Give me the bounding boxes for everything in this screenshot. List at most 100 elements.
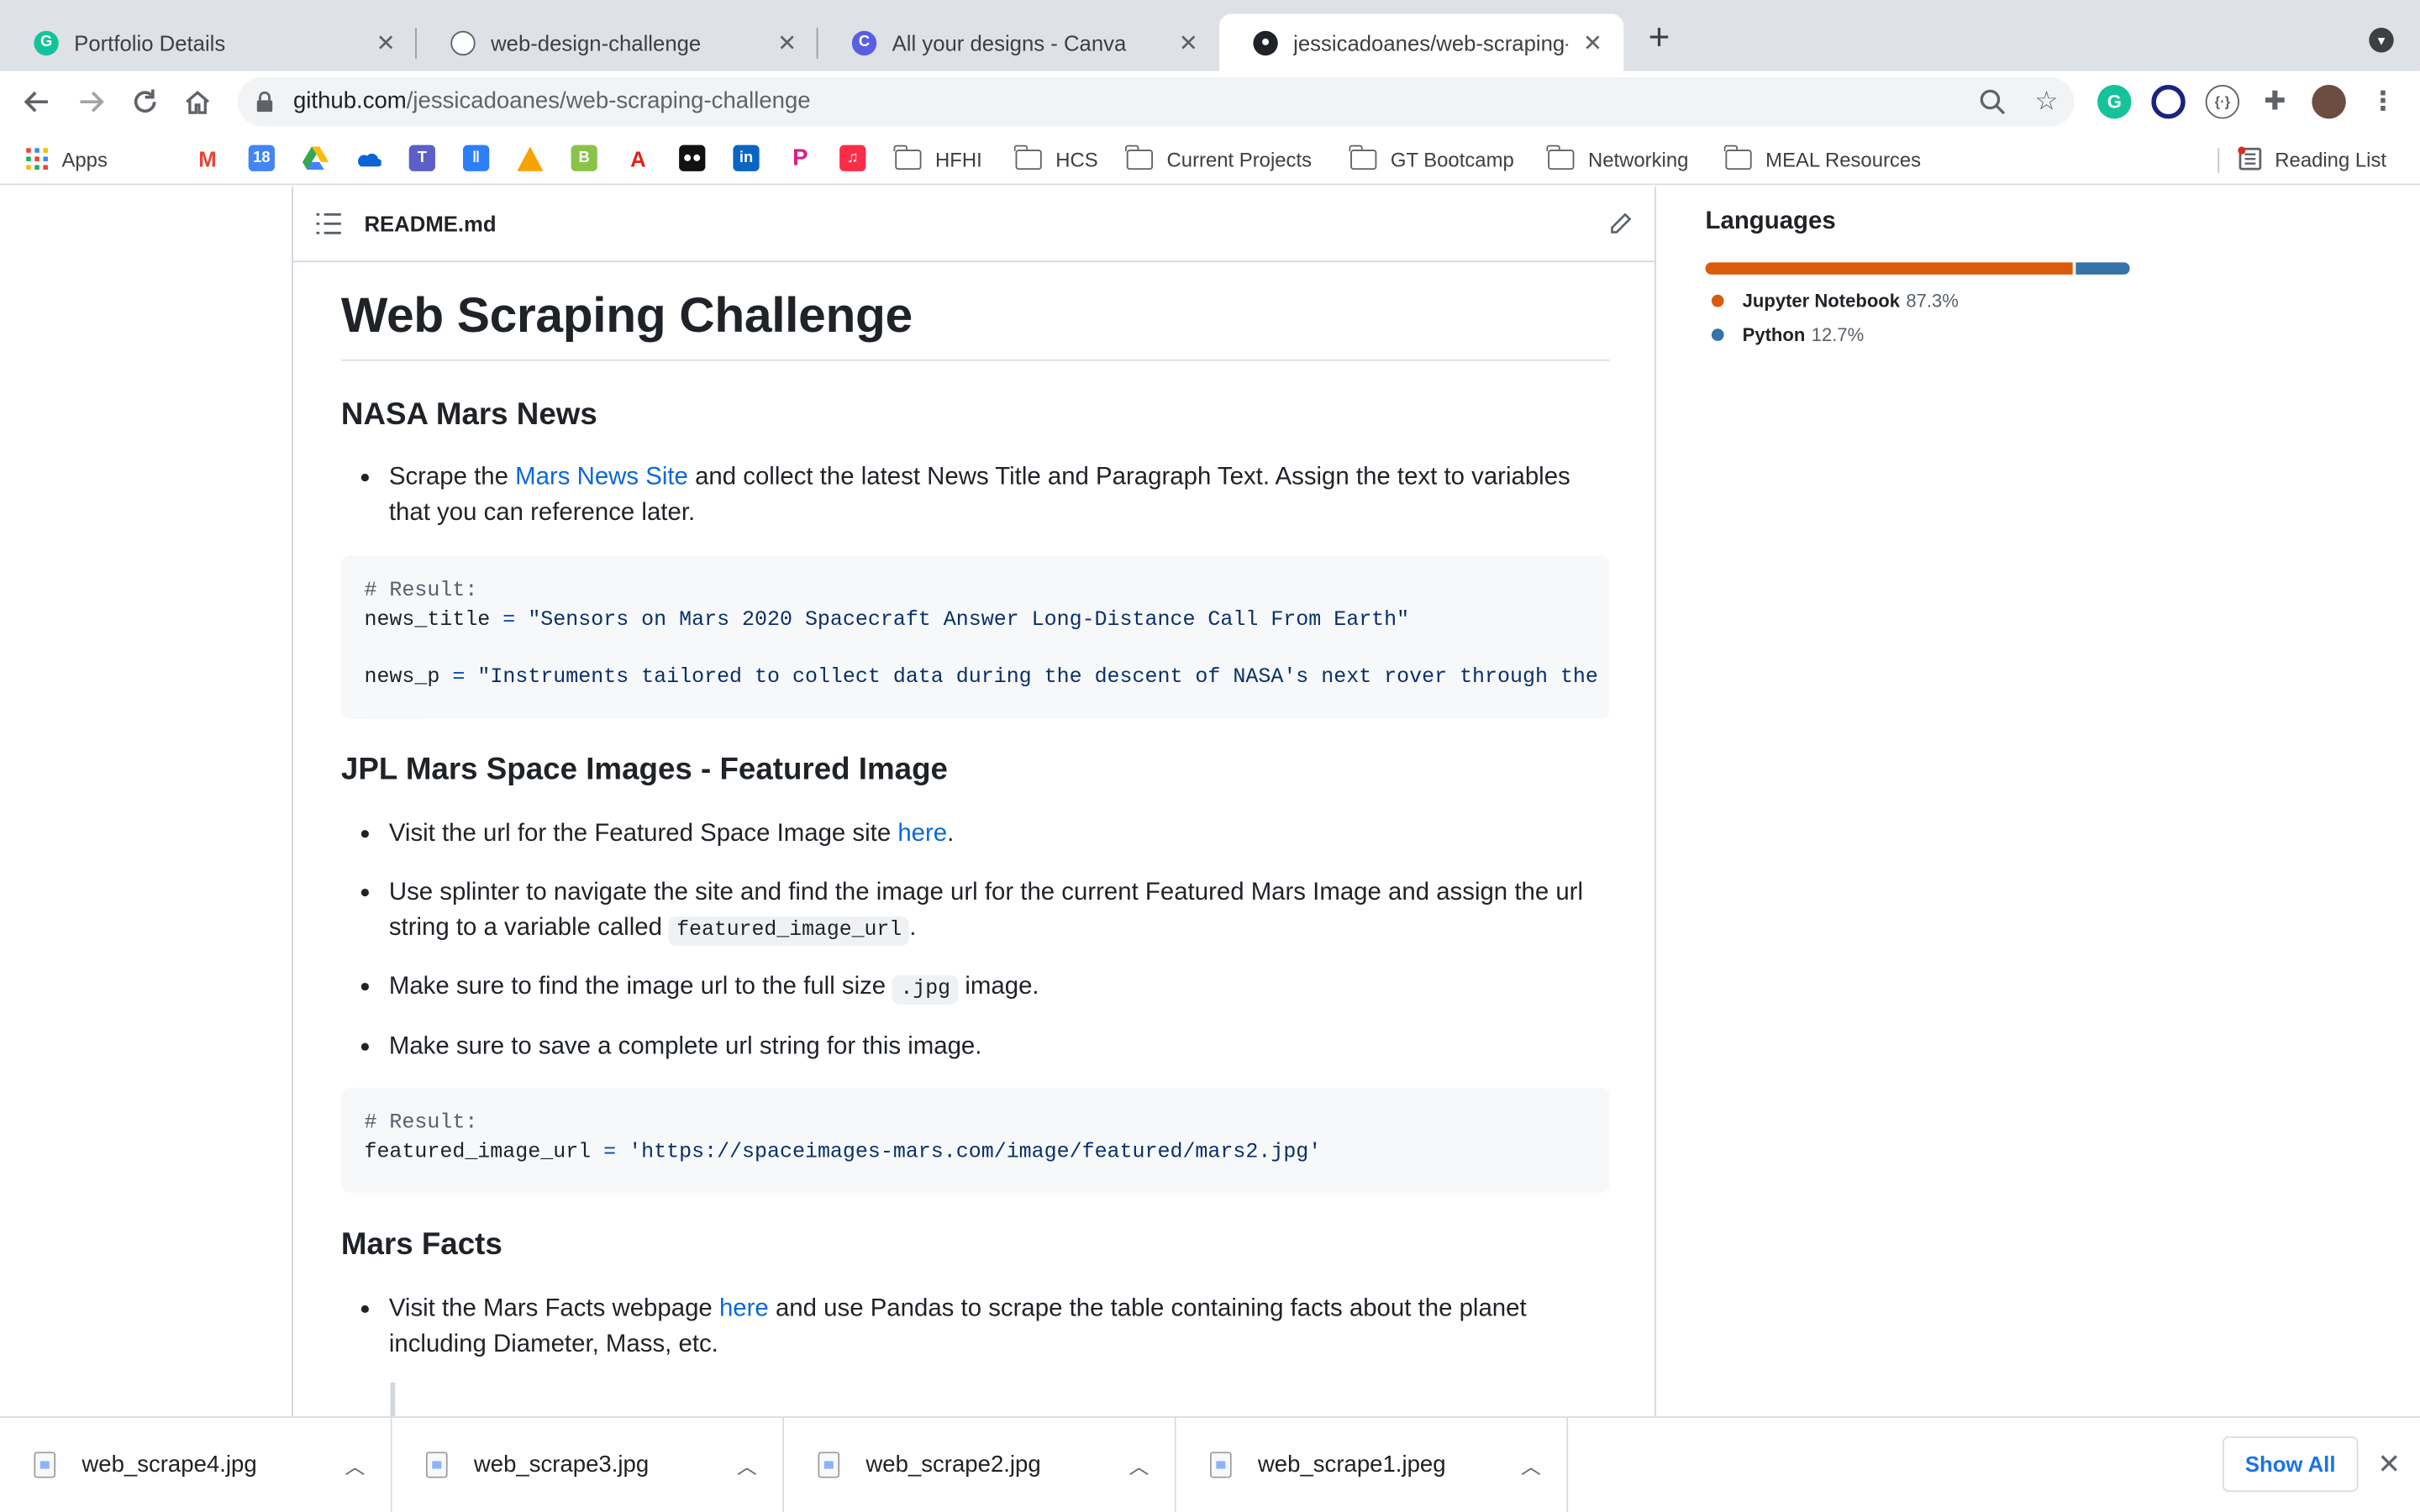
download-item[interactable]: web_scrape3.jpg ︿ <box>392 1417 785 1512</box>
bookmark-label: Reading List <box>2275 147 2387 171</box>
bookmark-label: GT Bootcamp <box>1390 147 1514 171</box>
download-item[interactable]: web_scrape2.jpg ︿ <box>784 1417 1176 1512</box>
languages-heading: Languages <box>1705 207 1836 235</box>
bookmarks-divider <box>2217 148 2220 173</box>
language-python[interactable]: Python 12.7% <box>1711 324 1864 345</box>
calendar-icon[interactable]: 18 <box>248 144 275 171</box>
new-tab-button[interactable]: + <box>1640 19 1677 59</box>
teams-icon[interactable]: T <box>408 144 435 171</box>
chevron-up-icon[interactable]: ︿ <box>343 1452 367 1478</box>
code-string: "Instruments tailored to collect data du… <box>477 666 1610 690</box>
lock-icon <box>256 91 273 113</box>
close-tab-icon[interactable]: ✕ <box>775 30 799 56</box>
reload-button[interactable] <box>127 83 164 120</box>
grammarly-extension-icon[interactable]: G <box>2097 85 2132 119</box>
download-item[interactable]: web_scrape4.jpg ︿ <box>0 1417 392 1512</box>
bookmark-label: Apps <box>61 147 108 171</box>
download-shelf: web_scrape4.jpg ︿ web_scrape3.jpg ︿ web_… <box>0 1416 2420 1512</box>
bookmark-folder-hcs[interactable]: HCS <box>1014 144 1098 175</box>
bookmark-folder-meal-resources[interactable]: MEAL Resources <box>1724 144 1922 175</box>
text: image. <box>958 973 1039 1000</box>
show-all-downloads-button[interactable]: Show All <box>2222 1436 2359 1493</box>
google-drive-icon[interactable] <box>302 144 329 171</box>
music-icon[interactable]: ♫ <box>839 144 866 171</box>
close-tab-icon[interactable]: ✕ <box>1176 30 1201 56</box>
list-item: Make sure to save a complete url string … <box>360 1029 1616 1064</box>
code-extension-icon[interactable]: {·} <box>2205 85 2240 119</box>
apps-grid-icon <box>26 148 48 171</box>
title-divider <box>340 359 1610 361</box>
featured-image-here-link[interactable]: here <box>897 821 947 847</box>
download-filename: web_scrape2.jpg <box>865 1452 1041 1478</box>
reading-list-icon <box>2238 146 2262 171</box>
folder-icon <box>894 144 922 170</box>
onedrive-icon[interactable] <box>355 144 381 171</box>
code-comment: # Result: <box>364 580 478 604</box>
code-string: 'https://spaceimages-mars.com/image/feat… <box>629 1142 1322 1165</box>
gmail-icon[interactable]: M <box>194 144 221 171</box>
canva-icon: C <box>851 29 877 55</box>
bookmark-label: MEAL Resources <box>1765 147 1922 171</box>
list-item: Visit the url for the Featured Space Ima… <box>360 816 1616 852</box>
browser-window: G Portfolio Details ✕ web-design-challen… <box>0 0 2420 1512</box>
edit-pencil-icon[interactable] <box>1608 212 1633 236</box>
tab-portfolio-details[interactable]: G Portfolio Details ✕ <box>0 14 417 71</box>
b-app-icon[interactable]: B <box>571 144 597 171</box>
chevron-up-icon[interactable]: ︿ <box>734 1452 759 1478</box>
address-bar[interactable]: github.com/jessicadoanes/web-scraping-ch… <box>237 76 2075 127</box>
kebab-menu-icon[interactable]: ⋮ <box>2365 85 2401 119</box>
back-button[interactable] <box>18 83 55 120</box>
blockquote-bar <box>390 1382 396 1417</box>
download-item[interactable]: web_scrape1.jpeg ︿ <box>1176 1417 1569 1512</box>
zoom-icon[interactable] <box>1977 87 2008 118</box>
puzzle-extensions-icon[interactable]: ✚ <box>2258 85 2292 119</box>
bookmark-folder-networking[interactable]: Networking <box>1547 144 1689 175</box>
mars-news-site-link[interactable]: Mars News Site <box>515 465 688 491</box>
close-icon[interactable]: ✕ <box>2375 1448 2403 1479</box>
globe-icon <box>450 29 476 55</box>
linkedin-icon[interactable]: in <box>733 144 760 171</box>
project-icon[interactable]: ‖ <box>463 144 490 171</box>
forward-button[interactable] <box>72 83 109 120</box>
outline-list-icon[interactable] <box>316 213 341 234</box>
code-comment: # Result: <box>364 1112 478 1136</box>
inline-code: .jpg <box>892 974 959 1005</box>
medium-icon[interactable]: ●● <box>679 144 706 171</box>
forward-arrow-icon <box>80 91 104 113</box>
url-host: github.com <box>292 87 407 114</box>
chevron-up-icon[interactable]: ︿ <box>1518 1452 1543 1478</box>
home-icon <box>186 91 210 114</box>
reading-list-button[interactable]: Reading List <box>2238 144 2386 175</box>
image-file-icon <box>1209 1452 1232 1478</box>
language-jupyter-notebook[interactable]: Jupyter Notebook 87.3% <box>1711 290 1959 312</box>
tab-web-design-challenge[interactable]: web-design-challenge ✕ <box>417 14 818 71</box>
home-button[interactable] <box>179 83 216 120</box>
bookmark-star-icon[interactable]: ☆ <box>2031 87 2062 118</box>
close-tab-icon[interactable]: ✕ <box>373 30 397 56</box>
tab-search-icon[interactable]: ▼ <box>2369 28 2394 53</box>
tab-title: All your designs - Canva <box>892 29 1127 55</box>
triangle-app-icon[interactable] <box>517 144 544 171</box>
bookmark-label: Networking <box>1587 147 1689 171</box>
heading-jpl-images: JPL Mars Space Images - Featured Image <box>340 753 948 787</box>
code-block-news: # Result: news_title = "Sensors on Mars … <box>340 555 1610 719</box>
languages-bar <box>1705 262 2130 275</box>
bookmark-apps[interactable]: Apps <box>24 144 108 175</box>
chevron-up-icon[interactable]: ︿ <box>1127 1452 1151 1478</box>
mars-facts-here-link[interactable]: here <box>719 1296 769 1322</box>
language-color-dot <box>1711 294 1724 307</box>
bookmark-label: HFHI <box>935 147 982 171</box>
tab-github-repo[interactable]: ● jessicadoanes/web-scraping-c ✕ <box>1218 13 1624 71</box>
adobe-icon[interactable]: A <box>624 144 652 171</box>
apple-icon[interactable] <box>141 144 169 171</box>
tab-strip: G Portfolio Details ✕ web-design-challen… <box>0 0 2420 71</box>
paypal-icon[interactable]: P <box>786 144 813 171</box>
close-tab-icon[interactable]: ✕ <box>1581 30 1605 56</box>
bookmark-folder-current-projects[interactable]: Current Projects <box>1125 144 1312 175</box>
profile-avatar[interactable] <box>2312 85 2346 119</box>
github-page: README.md Web Scraping Challenge NASA Ma… <box>0 186 2420 1417</box>
extension-badge-icon[interactable] <box>2151 85 2186 119</box>
bookmark-folder-hfhi[interactable]: HFHI <box>894 144 982 175</box>
bookmark-folder-gt-bootcamp[interactable]: GT Bootcamp <box>1349 144 1514 175</box>
tab-canva[interactable]: C All your designs - Canva ✕ <box>818 14 1219 71</box>
